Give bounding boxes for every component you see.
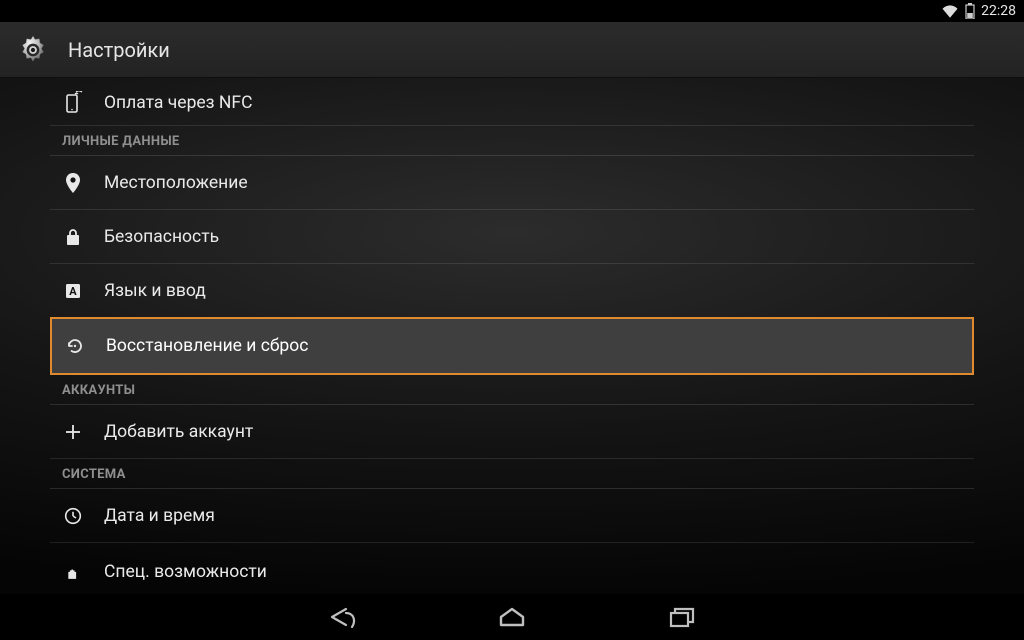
section-system-label: СИСТЕМА	[62, 467, 126, 482]
nfc-pay-item[interactable]: Оплата через NFC	[50, 78, 974, 126]
accessibility-item[interactable]: Спец. возможности	[50, 543, 974, 579]
clock-icon	[62, 507, 84, 525]
nfc-icon	[62, 91, 84, 113]
plus-icon	[62, 423, 84, 441]
datetime-item[interactable]: Дата и время	[50, 489, 974, 543]
restore-icon	[64, 336, 86, 356]
datetime-label: Дата и время	[104, 506, 215, 526]
settings-list: Оплата через NFC ЛИЧНЫЕ ДАННЫЕ Местополо…	[0, 78, 1024, 594]
app-header: Настройки	[0, 22, 1024, 78]
wifi-icon	[941, 4, 959, 18]
language-label: Язык и ввод	[104, 281, 206, 301]
security-label: Безопасность	[104, 227, 219, 247]
backup-reset-label: Восстановление и сброс	[106, 336, 308, 356]
lock-icon	[62, 228, 84, 246]
add-account-label: Добавить аккаунт	[104, 422, 253, 442]
navigation-bar	[0, 594, 1024, 640]
language-icon: A	[62, 283, 84, 299]
hand-icon	[62, 568, 84, 582]
back-button[interactable]	[322, 597, 362, 637]
clock-label: 22:28	[981, 3, 1016, 19]
home-button[interactable]	[492, 597, 532, 637]
settings-icon	[16, 33, 50, 67]
svg-text:A: A	[69, 285, 77, 298]
header-title: Настройки	[68, 38, 170, 62]
add-account-item[interactable]: Добавить аккаунт	[50, 405, 974, 459]
location-label: Местоположение	[104, 173, 248, 193]
backup-reset-item[interactable]: Восстановление и сброс	[50, 317, 974, 375]
battery-icon	[965, 3, 975, 19]
nfc-pay-label: Оплата через NFC	[104, 91, 252, 113]
security-item[interactable]: Безопасность	[50, 210, 974, 264]
section-accounts-label: АККАУНТЫ	[62, 383, 135, 398]
status-bar: 22:28	[0, 0, 1024, 22]
location-item[interactable]: Местоположение	[50, 156, 974, 210]
section-system: СИСТЕМА	[50, 459, 974, 489]
recents-button[interactable]	[662, 597, 702, 637]
section-accounts: АККАУНТЫ	[50, 375, 974, 405]
location-icon	[62, 173, 84, 193]
language-item[interactable]: A Язык и ввод	[50, 264, 974, 318]
section-personal: ЛИЧНЫЕ ДАННЫЕ	[50, 126, 974, 156]
section-personal-label: ЛИЧНЫЕ ДАННЫЕ	[62, 134, 180, 149]
accessibility-label: Спец. возможности	[104, 562, 267, 582]
